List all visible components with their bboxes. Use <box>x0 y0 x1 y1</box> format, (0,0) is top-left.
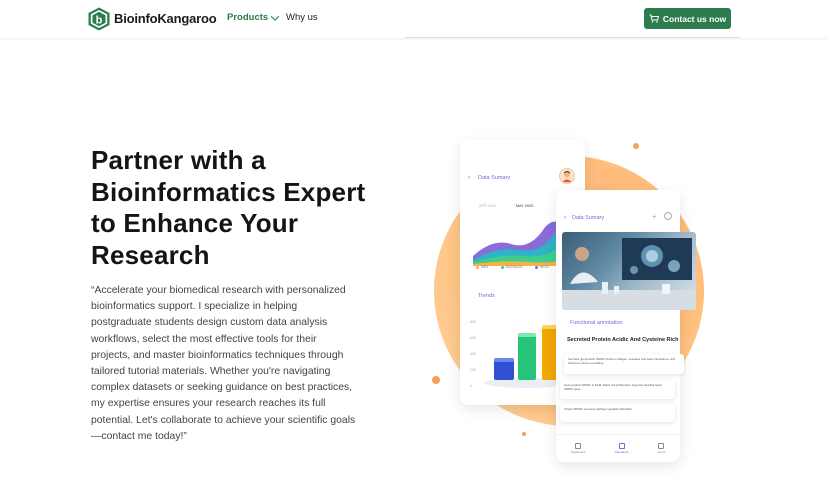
tab-dashboard[interactable]: Dashboard <box>571 443 585 454</box>
nav-products-label: Products <box>227 12 269 23</box>
contact-us-button[interactable]: Contact us now <box>644 8 731 29</box>
decor-dot <box>633 143 639 149</box>
avatar <box>559 168 575 184</box>
tab-alerts[interactable]: Alerts <box>658 443 665 454</box>
functional-annotation-label: Functional annotation <box>570 320 623 326</box>
legend-item: MAY <box>476 265 489 269</box>
svg-text:b: b <box>96 15 103 27</box>
bell-icon <box>658 443 665 449</box>
axis-tick: 0 <box>470 384 472 388</box>
hero-description: “Accelerate your biomedical research wit… <box>91 285 356 442</box>
back-arrow-icon[interactable]: ‹ <box>564 214 566 221</box>
data-summary-card-front: ‹ Data Sumary + Functional annotation Se… <box>556 190 696 462</box>
cart-icon <box>649 14 659 23</box>
trends-label: Trends <box>478 293 495 299</box>
chart-legend: MAY AVERAGE HIGH <box>476 265 549 269</box>
lab-photo <box>562 232 696 310</box>
hexagon-b-logo-icon[interactable]: b <box>88 7 110 31</box>
plus-icon[interactable]: + <box>652 212 657 221</box>
axis-tick: 600 <box>470 336 476 340</box>
decor-dot <box>432 376 440 384</box>
back-arrow-icon[interactable]: ‹ <box>468 174 470 181</box>
chevron-down-icon <box>270 11 280 21</box>
lab-scene-image <box>562 238 696 310</box>
axis-tick: 800 <box>470 320 476 324</box>
axis-tick: 400 <box>470 352 476 356</box>
nav-why-us[interactable]: Why us <box>286 12 318 23</box>
standards-icon <box>618 443 625 449</box>
hero-title: Partner with a Bioinformatics Expert to … <box>91 145 366 270</box>
legend-item: HIGH <box>534 265 549 269</box>
annotation-note: Protein SPARC secretory pathway regulati… <box>560 404 675 422</box>
annotation-note: Secreted glycoprotein SPARC binds to col… <box>564 354 684 374</box>
axis-tick: 200 <box>470 368 476 372</box>
home-icon <box>575 443 581 449</box>
gear-icon[interactable] <box>664 212 672 220</box>
annotation-note: Gene product SPARC in ECM. Matrix cell p… <box>560 380 675 399</box>
hero-illustration: ‹ Data Sumary APR 2020 MAY 2020 MAY AVER… <box>420 130 720 465</box>
protein-title: Secreted Protein Acidic And Cysteine Ric… <box>567 337 679 343</box>
brand-name[interactable]: BioinfoKangaroo <box>114 11 217 26</box>
header-divider <box>405 37 740 38</box>
bottom-tab-bar: Dashboard Standards Alerts <box>556 434 680 462</box>
nav-products[interactable]: Products <box>227 11 280 23</box>
tab-standards[interactable]: Standards <box>615 443 628 454</box>
contact-us-label: Contact us now <box>662 13 727 24</box>
decor-dot <box>522 432 526 436</box>
card-title: Data Sumary <box>478 175 511 181</box>
legend-item: AVERAGE <box>500 265 523 269</box>
card-title: Data Sumary <box>572 215 605 221</box>
